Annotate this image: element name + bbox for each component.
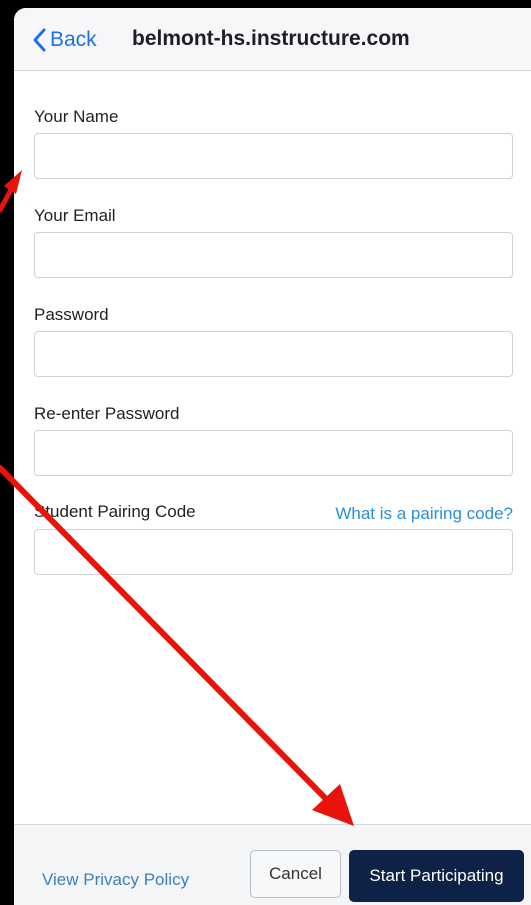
email-field[interactable] <box>35 233 512 277</box>
start-participating-button[interactable]: Start Participating <box>349 850 524 902</box>
page-title: belmont-hs.instructure.com <box>132 27 410 50</box>
chevron-left-icon <box>33 28 46 52</box>
reenter-password-field-box <box>34 430 513 476</box>
back-label: Back <box>50 28 97 51</box>
pairing-code-help-link[interactable]: What is a pairing code? <box>335 504 513 524</box>
password-field[interactable] <box>35 332 512 376</box>
pairing-code-label: Student Pairing Code <box>34 502 196 521</box>
reenter-password-label: Re-enter Password <box>34 404 180 423</box>
back-button[interactable]: Back <box>32 26 97 54</box>
navigation-bar: Back belmont-hs.instructure.com <box>14 8 531 71</box>
footer-bar: View Privacy Policy Cancel Start Partici… <box>14 824 531 905</box>
name-label: Your Name <box>34 107 119 126</box>
password-label: Password <box>34 305 109 324</box>
cancel-button[interactable]: Cancel <box>250 850 341 898</box>
privacy-policy-link[interactable]: View Privacy Policy <box>42 870 189 890</box>
pairing-code-field[interactable] <box>35 530 512 574</box>
email-label: Your Email <box>34 206 116 225</box>
password-field-box <box>34 331 513 377</box>
reenter-password-field[interactable] <box>35 431 512 475</box>
email-field-box <box>34 232 513 278</box>
name-field[interactable] <box>35 134 512 178</box>
pairing-code-field-box <box>34 529 513 575</box>
app-screen: Back belmont-hs.instructure.com Your Nam… <box>14 8 531 905</box>
name-field-box <box>34 133 513 179</box>
